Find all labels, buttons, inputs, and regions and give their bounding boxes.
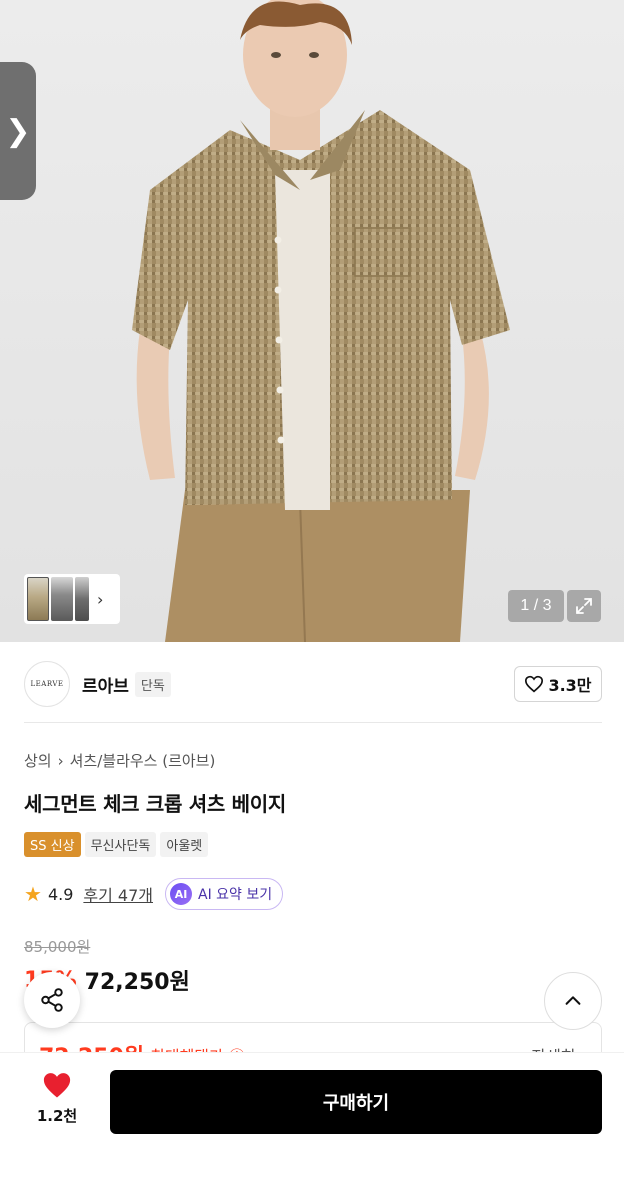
product-image-gallery[interactable]: ❯ › 1 / 3 (0, 0, 624, 642)
image-counter: 1 / 3 (508, 590, 564, 622)
buy-button[interactable]: 구매하기 (110, 1070, 602, 1134)
share-button[interactable] (24, 972, 80, 1028)
tag-new: SS 신상 (24, 832, 81, 857)
review-link[interactable]: 후기 47개 (83, 882, 153, 906)
thumbnail-3[interactable] (75, 577, 89, 621)
wishlist-button[interactable]: 1.2천 (24, 1071, 90, 1126)
side-panel-tab[interactable]: ❯ (0, 62, 36, 200)
heart-outline-icon (525, 675, 544, 693)
breadcrumb-item[interactable]: 셔츠/블라우스 (르아브) (70, 750, 216, 771)
product-tags: SS 신상 무신사단독 아울렛 (24, 832, 209, 857)
original-price: 85,000원 (24, 938, 91, 956)
brand-logo-text: LEARVE (30, 680, 64, 688)
thumbnail-strip[interactable]: › (24, 574, 120, 624)
brand-like-count: 3.3만 (548, 676, 592, 695)
divider (24, 722, 602, 723)
brand-row: LEARVE 르아브 단독 3.3만 (24, 660, 602, 708)
chevron-right-icon[interactable]: › (97, 590, 103, 609)
exclusive-badge: 단독 (134, 671, 171, 697)
rating-row: ★ 4.9 후기 47개 AI AI 요약 보기 (24, 878, 284, 910)
wishlist-count: 1.2천 (36, 1107, 78, 1125)
breadcrumb: 상의 › 셔츠/블라우스 (르아브) (24, 750, 215, 771)
expand-icon (576, 598, 592, 614)
expand-button[interactable] (567, 590, 601, 622)
thumbnail-1[interactable] (27, 577, 49, 621)
ai-summary-label: AI 요약 보기 (198, 887, 273, 903)
brand-name[interactable]: 르아브 (82, 672, 129, 697)
scroll-top-button[interactable] (544, 972, 602, 1030)
tag-outlet: 아울렛 (160, 832, 209, 857)
bottom-action-bar: 1.2천 구매하기 (0, 1052, 624, 1200)
rating-value: 4.9 (47, 884, 74, 904)
sale-price: 72,250원 (84, 970, 190, 995)
star-icon: ★ (24, 882, 42, 906)
chevron-right-icon: › (57, 751, 64, 770)
thumbnail-2[interactable] (51, 577, 73, 621)
share-icon (41, 988, 63, 1012)
ai-summary-button[interactable]: AI AI 요약 보기 (165, 878, 284, 910)
breadcrumb-item[interactable]: 상의 (24, 750, 52, 771)
chevron-right-icon: ❯ (5, 113, 31, 149)
chevron-up-icon (565, 996, 581, 1005)
tag-exclusive: 무신사단독 (84, 832, 157, 857)
brand-logo[interactable]: LEARVE (24, 661, 70, 707)
brand-like-button[interactable]: 3.3만 (514, 666, 602, 702)
ai-icon: AI (170, 883, 192, 905)
product-title: 세그먼트 체크 크롭 셔츠 베이지 (24, 792, 286, 816)
heart-filled-icon (43, 1073, 71, 1098)
product-photo (132, 0, 510, 642)
